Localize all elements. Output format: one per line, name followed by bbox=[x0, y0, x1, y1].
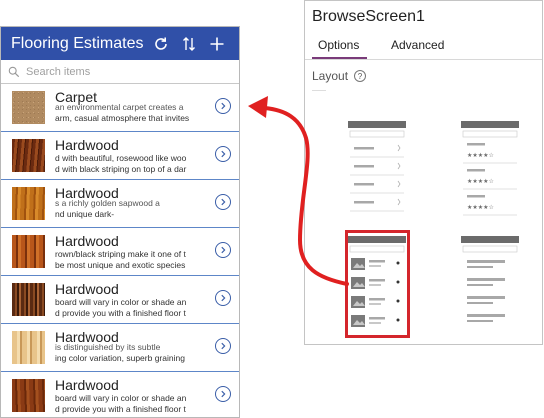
app-screen: Flooring Estimates Carpet an environment… bbox=[0, 26, 240, 418]
chevron-right-icon[interactable] bbox=[215, 386, 231, 402]
tab-options[interactable]: Options bbox=[318, 38, 359, 52]
item-description: arm, casual atmosphere that invites bbox=[55, 113, 190, 123]
tab-advanced[interactable]: Advanced bbox=[391, 38, 444, 52]
add-icon[interactable] bbox=[203, 30, 231, 58]
item-description: nd unique dark- bbox=[55, 209, 115, 219]
chevron-right-icon[interactable] bbox=[215, 194, 231, 210]
list-item[interactable]: Hardwood rown/black striping make it one… bbox=[1, 228, 239, 276]
golden-wood-thumbnail bbox=[12, 187, 45, 220]
item-title: Hardwood bbox=[55, 138, 119, 153]
svg-text:★★★★☆: ★★★★☆ bbox=[467, 204, 494, 211]
refresh-icon[interactable] bbox=[147, 30, 175, 58]
item-description: ing color variation, superb graining bbox=[55, 353, 185, 363]
item-description-top: d with beautiful, rosewood like woo bbox=[55, 153, 187, 163]
exotic-wood-thumbnail bbox=[12, 235, 45, 268]
search-input[interactable] bbox=[26, 65, 226, 78]
chevron-right-icon[interactable] bbox=[215, 146, 231, 162]
layout-list-with-ratings[interactable]: ★★★★☆ ★★★★☆ ★★★★☆ bbox=[461, 121, 519, 221]
chevron-right-icon[interactable] bbox=[215, 98, 231, 114]
layout-label: Layout bbox=[312, 69, 349, 83]
rosewood-thumbnail bbox=[12, 139, 45, 172]
app-title: Flooring Estimates bbox=[11, 34, 144, 52]
list-item[interactable]: Carpet an environmental carpet creates a… bbox=[1, 84, 239, 132]
cherry-wood-thumbnail bbox=[12, 379, 45, 412]
item-description: d with black striping on top of a dar bbox=[55, 164, 187, 174]
list-item[interactable]: Hardwood s a richly golden sapwood a nd … bbox=[1, 180, 239, 228]
item-title: Hardwood bbox=[55, 282, 119, 297]
panel-title: BrowseScreen1 bbox=[312, 8, 425, 25]
chevron-right-icon[interactable] bbox=[215, 242, 231, 258]
item-description-top: board will vary in color or shade an bbox=[55, 297, 187, 307]
item-description: be most unique and exotic species bbox=[55, 260, 186, 270]
item-description: d provide you with a finished floor t bbox=[55, 308, 186, 318]
item-description-top: board will vary in color or shade an bbox=[55, 393, 187, 403]
chevron-right-icon[interactable] bbox=[215, 338, 231, 354]
svg-text:★★★★☆: ★★★★☆ bbox=[467, 152, 494, 159]
search-icon bbox=[7, 65, 21, 79]
app-header: Flooring Estimates bbox=[1, 27, 239, 60]
browse-screen-properties-panel: BrowseScreen1 Options Advanced Layout ? … bbox=[304, 0, 543, 345]
list-item[interactable]: Hardwood is distinguished by its subtle … bbox=[1, 324, 239, 372]
selected-layout-highlight bbox=[345, 230, 410, 338]
light-wood-thumbnail bbox=[12, 331, 45, 364]
help-icon[interactable]: ? bbox=[354, 70, 366, 82]
layout-list-with-chevrons[interactable] bbox=[348, 121, 406, 221]
item-description-top: rown/black striping make it one of t bbox=[55, 249, 186, 259]
sort-icon[interactable] bbox=[175, 30, 203, 58]
item-description: d provide you with a finished floor t bbox=[55, 404, 186, 414]
layout-title-list[interactable] bbox=[461, 236, 519, 333]
item-description-top: is distinguished by its subtle bbox=[55, 342, 161, 352]
panel-tabs: Options Advanced bbox=[305, 36, 542, 60]
list-item[interactable]: Hardwood board will vary in color or sha… bbox=[1, 372, 239, 417]
list-item[interactable]: Hardwood board will vary in color or sha… bbox=[1, 276, 239, 324]
svg-text:★★★★☆: ★★★★☆ bbox=[467, 178, 494, 185]
active-tab-indicator bbox=[312, 57, 367, 59]
item-title: Hardwood bbox=[55, 234, 119, 249]
item-description-top: an environmental carpet creates a bbox=[55, 102, 184, 112]
search-bar bbox=[1, 60, 239, 84]
carpet-thumbnail bbox=[12, 91, 45, 124]
dark-wood-thumbnail bbox=[12, 283, 45, 316]
gallery-list: Carpet an environmental carpet creates a… bbox=[1, 84, 239, 417]
divider bbox=[312, 90, 326, 91]
item-description-top: s a richly golden sapwood a bbox=[55, 198, 160, 208]
chevron-right-icon[interactable] bbox=[215, 290, 231, 306]
item-title: Hardwood bbox=[55, 378, 119, 393]
list-item[interactable]: Hardwood d with beautiful, rosewood like… bbox=[1, 132, 239, 180]
